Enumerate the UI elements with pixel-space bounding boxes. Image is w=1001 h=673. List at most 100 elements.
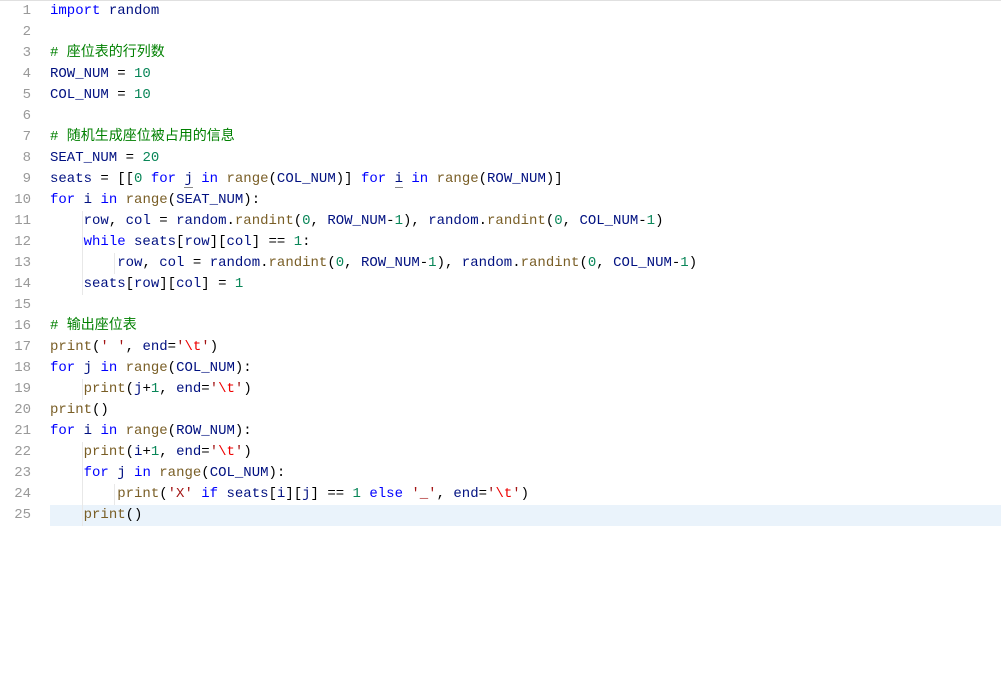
code-line[interactable]: row, col = random.randint(0, ROW_NUM-1),…	[50, 211, 1001, 232]
token-fn: range	[159, 465, 201, 481]
token-var: j	[302, 486, 310, 502]
token-plain	[50, 381, 84, 397]
code-line[interactable]: import random	[50, 1, 1001, 22]
token-op: ()	[92, 402, 109, 418]
line-number: 20	[0, 400, 31, 421]
token-op: )	[210, 339, 218, 355]
code-line[interactable]: COL_NUM = 10	[50, 85, 1001, 106]
code-line[interactable]: print('X' if seats[i][j] == 1 else '_', …	[50, 484, 1001, 505]
token-op: (	[168, 192, 176, 208]
token-op: (	[269, 171, 277, 187]
code-line[interactable]: seats[row][col] = 1	[50, 274, 1001, 295]
token-kw: for	[84, 465, 109, 481]
token-kw: for	[50, 360, 75, 376]
indent-guide	[82, 505, 83, 526]
line-number: 19	[0, 379, 31, 400]
token-op: =	[151, 213, 176, 229]
token-var: COL_NUM	[176, 360, 235, 376]
token-var: random	[428, 213, 478, 229]
token-op: [	[126, 276, 134, 292]
token-strx: \t	[218, 444, 235, 460]
token-var: COL_NUM	[277, 171, 336, 187]
token-plain	[75, 360, 83, 376]
line-number: 12	[0, 232, 31, 253]
code-line[interactable]: while seats[row][col] == 1:	[50, 232, 1001, 253]
token-var: col	[126, 213, 151, 229]
token-op: -	[420, 255, 428, 271]
line-number: 2	[0, 22, 31, 43]
token-var: j	[184, 171, 192, 188]
token-op: )]	[336, 171, 361, 187]
token-kw: import	[50, 3, 100, 19]
code-line[interactable]: print(j+1, end='\t')	[50, 379, 1001, 400]
code-line[interactable]: print(' ', end='\t')	[50, 337, 1001, 358]
code-line[interactable]	[50, 106, 1001, 127]
code-line[interactable]: print()	[50, 505, 1001, 526]
token-kw: for	[50, 423, 75, 439]
token-num: 0	[588, 255, 596, 271]
token-op: :	[302, 234, 310, 250]
token-op: (	[579, 255, 587, 271]
token-plain	[142, 171, 150, 187]
line-number: 8	[0, 148, 31, 169]
code-line[interactable]: for j in range(COL_NUM):	[50, 358, 1001, 379]
token-op: (	[168, 423, 176, 439]
token-op: =	[479, 486, 487, 502]
code-line[interactable]: print(i+1, end='\t')	[50, 442, 1001, 463]
token-num: 1	[647, 213, 655, 229]
line-number: 5	[0, 85, 31, 106]
token-op: .	[512, 255, 520, 271]
code-line[interactable]: for i in range(ROW_NUM):	[50, 421, 1001, 442]
code-line[interactable]: print()	[50, 400, 1001, 421]
token-op: ),	[437, 255, 462, 271]
token-op: ,	[109, 213, 126, 229]
token-var: COL_NUM	[613, 255, 672, 271]
token-num: 0	[554, 213, 562, 229]
token-fn: range	[126, 360, 168, 376]
token-op: =	[109, 87, 134, 103]
token-op: (	[201, 465, 209, 481]
code-editor-area[interactable]: import random# 座位表的行列数ROW_NUM = 10COL_NU…	[42, 1, 1001, 673]
token-op: ):	[243, 192, 260, 208]
token-fn: randint	[521, 255, 580, 271]
token-var: random	[109, 3, 159, 19]
token-var: end	[176, 381, 201, 397]
token-var: SEAT_NUM	[50, 150, 117, 166]
token-strx: \t	[184, 339, 201, 355]
code-line[interactable]: ROW_NUM = 10	[50, 64, 1001, 85]
token-var: row	[134, 276, 159, 292]
code-line[interactable]	[50, 295, 1001, 316]
code-line[interactable]: for j in range(COL_NUM):	[50, 463, 1001, 484]
token-var: ROW_NUM	[50, 66, 109, 82]
code-line[interactable]: # 座位表的行列数	[50, 43, 1001, 64]
token-var: seats	[84, 276, 126, 292]
token-plain	[193, 486, 201, 502]
token-fn: print	[84, 507, 126, 523]
token-var: random	[462, 255, 512, 271]
token-op: )]	[546, 171, 563, 187]
token-str: '	[210, 381, 218, 397]
code-line[interactable]	[50, 22, 1001, 43]
token-op: (	[168, 360, 176, 376]
code-line[interactable]: seats = [[0 for j in range(COL_NUM)] for…	[50, 169, 1001, 190]
token-var: random	[210, 255, 260, 271]
token-op: ,	[126, 339, 143, 355]
line-number: 3	[0, 43, 31, 64]
code-line[interactable]: row, col = random.randint(0, ROW_NUM-1),…	[50, 253, 1001, 274]
code-line[interactable]: # 随机生成座位被占用的信息	[50, 127, 1001, 148]
token-op: ] ==	[252, 234, 294, 250]
line-number: 10	[0, 190, 31, 211]
token-fn: randint	[269, 255, 328, 271]
indent-guide	[114, 253, 115, 274]
token-fn: print	[117, 486, 159, 502]
token-cm: # 输出座位表	[50, 318, 137, 334]
token-op: = [[	[92, 171, 134, 187]
code-line[interactable]: for i in range(SEAT_NUM):	[50, 190, 1001, 211]
token-num: 1	[680, 255, 688, 271]
code-line[interactable]: SEAT_NUM = 20	[50, 148, 1001, 169]
token-op: ),	[403, 213, 428, 229]
token-var: seats	[50, 171, 92, 187]
token-plain	[50, 507, 84, 523]
code-line[interactable]: # 输出座位表	[50, 316, 1001, 337]
token-var: seats	[226, 486, 268, 502]
